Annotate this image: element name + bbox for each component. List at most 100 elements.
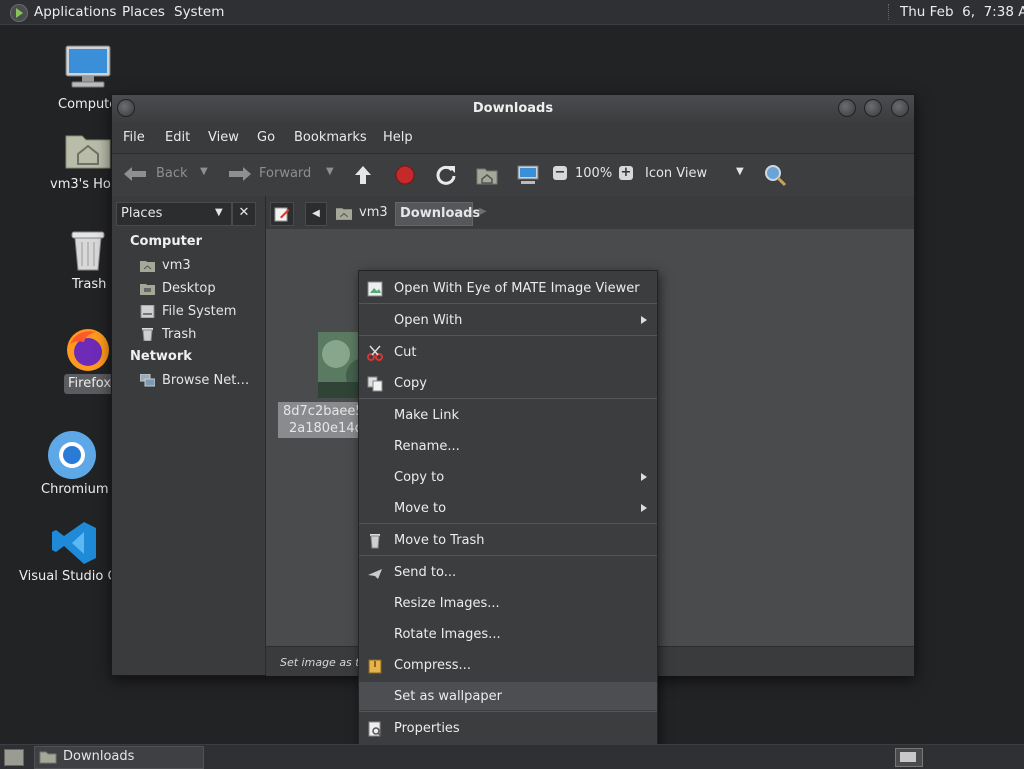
menu-item-copy-to[interactable]: Copy to — [359, 463, 657, 491]
menu-item-move-to[interactable]: Move to — [359, 494, 657, 522]
taskbar-button-downloads[interactable]: Downloads — [34, 746, 204, 769]
copy-icon — [367, 376, 383, 392]
drive-icon — [140, 305, 155, 318]
desktop-icon-firefox[interactable]: Firefox — [58, 326, 118, 396]
menu-item-move-to-trash[interactable]: Move to Trash — [359, 526, 657, 554]
bottom-panel: Downloads — [0, 744, 1024, 769]
applications-menu[interactable]: Applications — [34, 4, 116, 20]
menu-item-label: Send to... — [394, 565, 457, 580]
desktop-icon-chromium[interactable]: Chromium — [40, 430, 110, 500]
edit-location-icon — [274, 207, 290, 222]
sidebar-item-label: File System — [162, 304, 237, 319]
path-button-downloads[interactable]: Downloads — [395, 202, 480, 226]
titlebar[interactable]: Downloads — [112, 95, 914, 123]
menu-item-compress[interactable]: Compress... — [359, 651, 657, 679]
up-arrow-icon[interactable] — [353, 164, 373, 186]
menu-item-label: Open With Eye of MATE Image Viewer — [394, 281, 640, 296]
view-mode-select[interactable]: Icon View — [645, 166, 707, 181]
menu-item-label: Open With — [394, 313, 463, 328]
send-icon — [368, 569, 382, 579]
reload-icon[interactable] — [435, 164, 457, 186]
menu-item-open-with[interactable]: Open With — [359, 306, 657, 334]
path-scroll-left-button[interactable]: ◀ — [305, 202, 327, 226]
menu-item-make-link[interactable]: Make Link — [359, 401, 657, 429]
home-icon — [336, 208, 352, 220]
menu-item-label: Make Link — [394, 408, 459, 423]
desktop-icon-label: Firefox — [68, 376, 112, 391]
menu-bookmarks[interactable]: Bookmarks — [294, 130, 367, 145]
image-viewer-icon — [367, 281, 383, 297]
menu-edit[interactable]: Edit — [165, 130, 190, 145]
menu-item-label: Set as wallpaper — [394, 689, 502, 704]
sidebar-heading-computer: Computer — [130, 234, 203, 249]
scissors-icon — [367, 345, 383, 361]
back-label: Back — [156, 166, 188, 181]
archive-icon — [368, 659, 382, 674]
forward-label: Forward — [259, 166, 312, 181]
clock[interactable]: Thu Feb 6, 7:38 AM — [900, 4, 1024, 20]
menu-item-label: Copy — [394, 376, 427, 391]
desktop-icon-vscode[interactable]: Visual Studio Co — [18, 520, 125, 590]
menu-item-set-as-wallpaper[interactable]: Set as wallpaper — [359, 682, 657, 710]
forward-history-dropdown[interactable]: ▼ — [326, 166, 334, 177]
sidebar-item-label: Trash — [162, 327, 197, 342]
menu-file[interactable]: File — [123, 130, 145, 145]
menu-item-cut[interactable]: Cut — [359, 338, 657, 366]
sidebar-item-label: Desktop — [162, 281, 216, 296]
menu-item-send-to[interactable]: Send to... — [359, 558, 657, 586]
menu-item-rename[interactable]: Rename... — [359, 432, 657, 460]
zoom-out-button[interactable]: − — [553, 166, 567, 180]
menu-item-label: Resize Images... — [394, 596, 500, 611]
desktop-icon-label: Visual Studio Co — [19, 569, 125, 584]
desktop-icon-home[interactable]: vm3's Hor — [50, 128, 118, 198]
submenu-arrow-icon — [641, 473, 647, 481]
zoom-in-button[interactable]: + — [619, 166, 633, 180]
submenu-arrow-icon — [641, 504, 647, 512]
menu-item-copy[interactable]: Copy — [359, 369, 657, 397]
show-desktop-button[interactable] — [4, 749, 24, 766]
desktop-folder-icon — [140, 284, 155, 295]
menu-go[interactable]: Go — [257, 130, 275, 145]
places-menu[interactable]: Places — [122, 4, 165, 20]
view-mode-dropdown-icon[interactable]: ▼ — [736, 166, 744, 177]
home-icon[interactable] — [475, 164, 499, 186]
sidebar-item-label: vm3 — [162, 258, 191, 273]
workspace-switcher[interactable] — [895, 748, 923, 767]
menu-item-label: Properties — [394, 721, 460, 736]
zoom-level[interactable]: 100% — [575, 166, 612, 181]
network-icon — [140, 374, 155, 387]
top-panel: Applications Places System Thu Feb 6, 7:… — [0, 0, 1024, 25]
search-icon[interactable] — [763, 163, 787, 187]
folder-icon — [39, 751, 57, 764]
system-menu[interactable]: System — [174, 4, 224, 20]
path-scroll-right-button[interactable]: ▶ — [479, 206, 487, 217]
menu-item-rotate-images[interactable]: Rotate Images... — [359, 620, 657, 648]
menu-item-label: Rename... — [394, 439, 460, 454]
maximize-button[interactable] — [864, 99, 882, 117]
location-toggle-button[interactable] — [270, 202, 294, 226]
menu-item-properties[interactable]: Properties — [359, 714, 657, 742]
desktop-icon-computer[interactable]: Compute — [58, 44, 118, 114]
menu-item-open-with-eom[interactable]: Open With Eye of MATE Image Viewer — [359, 274, 657, 302]
close-button[interactable] — [891, 99, 909, 117]
menu-item-label: Cut — [394, 345, 417, 360]
menu-item-label: Rotate Images... — [394, 627, 501, 642]
computer-icon[interactable] — [516, 164, 540, 186]
menu-separator — [359, 335, 657, 336]
stop-icon[interactable] — [394, 164, 416, 186]
places-combo[interactable]: Places ▼ — [116, 202, 232, 226]
applications-logo-icon[interactable] — [10, 4, 28, 22]
path-button-vm3[interactable]: vm3 — [331, 202, 391, 224]
desktop-icon-trash[interactable]: Trash — [58, 228, 118, 298]
close-sidebar-button[interactable]: ✕ — [232, 202, 256, 226]
trash-icon — [370, 534, 380, 549]
menu-separator — [359, 303, 657, 304]
menu-item-resize-images[interactable]: Resize Images... — [359, 589, 657, 617]
trash-icon — [142, 328, 153, 341]
back-history-dropdown[interactable]: ▼ — [200, 166, 208, 177]
minimize-button[interactable] — [838, 99, 856, 117]
menu-help[interactable]: Help — [383, 130, 413, 145]
menu-view[interactable]: View — [208, 130, 239, 145]
home-folder-icon — [65, 135, 111, 169]
workspace-thumbnail — [900, 752, 916, 762]
